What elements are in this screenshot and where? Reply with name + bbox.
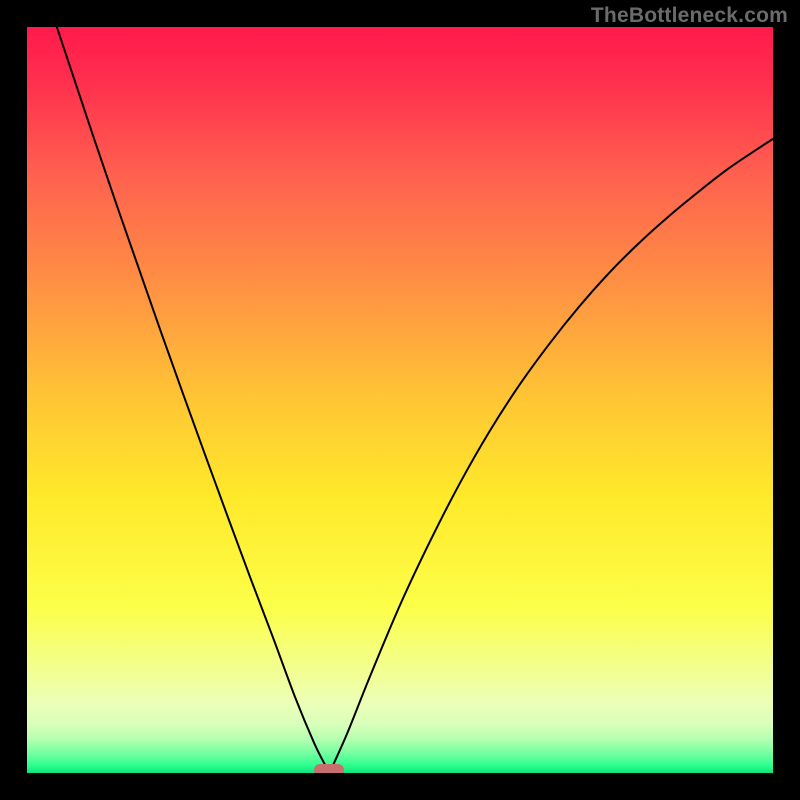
optimum-marker: [314, 764, 344, 773]
plot-area: [27, 27, 773, 773]
watermark-text: TheBottleneck.com: [591, 4, 788, 28]
bottleneck-curve: [27, 27, 773, 773]
chart-frame: TheBottleneck.com: [0, 0, 800, 800]
